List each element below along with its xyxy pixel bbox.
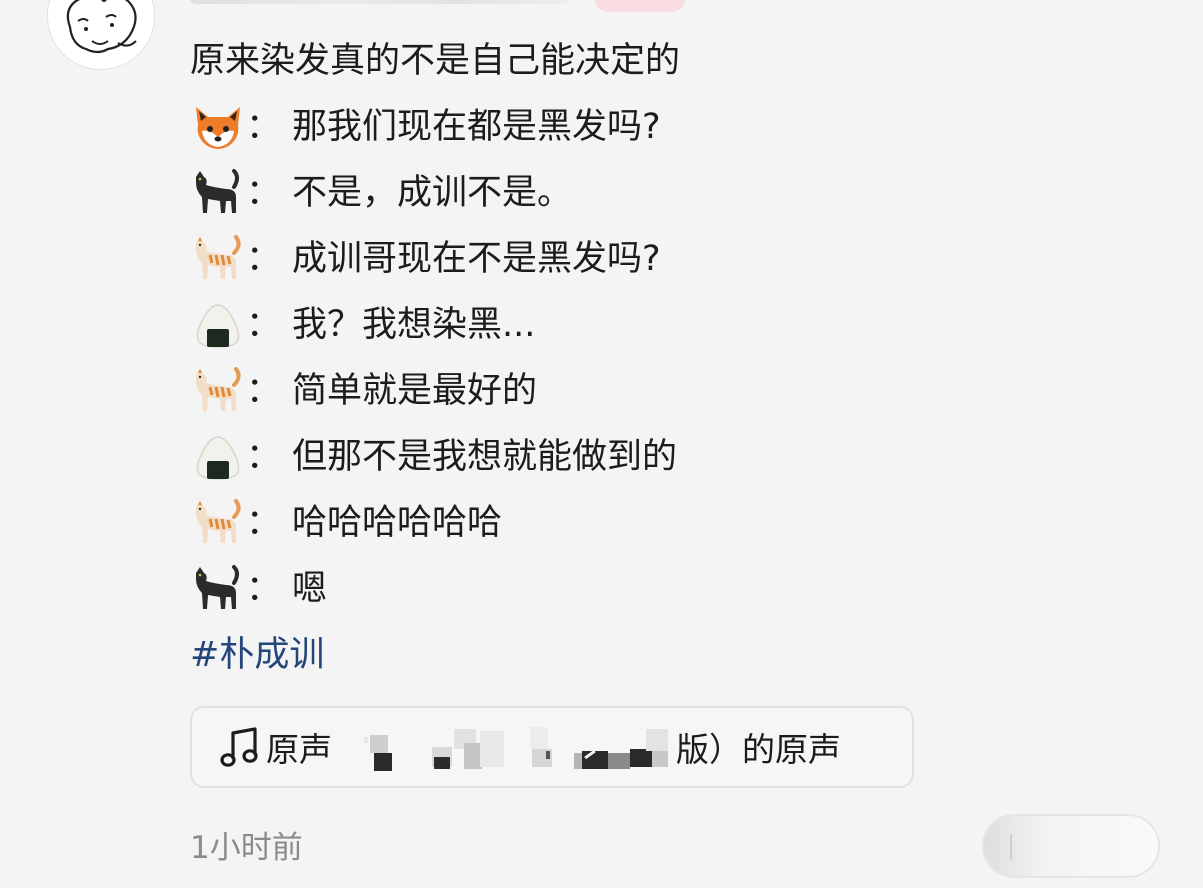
- post-line-text: 哈哈哈哈哈哈: [292, 503, 503, 543]
- post-line-1: ： 那我们现在都是黑发吗?: [190, 94, 1170, 160]
- user-badge: [595, 0, 685, 12]
- rice-ball-emoji: [190, 431, 246, 483]
- post-line-text: 成训哥现在不是黑发吗?: [292, 239, 661, 279]
- post-line-text: 我？我想染黑...: [292, 305, 536, 345]
- sound-title-mosaic: [350, 707, 696, 787]
- black-cat-emoji: [190, 167, 246, 219]
- colon-separator: ：: [246, 371, 282, 411]
- colon-separator: ：: [246, 173, 282, 213]
- post-content: 原来染发真的不是自己能决定的 ： 那我们现在都是黑发吗? ： 不是，成训不是。 …: [190, 28, 1170, 688]
- rice-ball-emoji: [190, 299, 246, 351]
- post-line-text: 原来染发真的不是自己能决定的: [190, 41, 681, 81]
- colon-separator: ：: [246, 239, 282, 279]
- orange-cat-emoji: [190, 497, 246, 549]
- hashtag-link[interactable]: #朴成训: [190, 622, 1170, 688]
- user-avatar[interactable]: [47, 0, 155, 70]
- text-cursor: [1010, 834, 1012, 860]
- original-sound-card[interactable]: 原声 版）的原声: [190, 706, 914, 788]
- post-line-0: 原来染发真的不是自己能决定的: [190, 28, 1170, 94]
- post-line-text: 那我们现在都是黑发吗?: [292, 107, 661, 147]
- post-line-text: 不是，成训不是。: [292, 173, 573, 213]
- reply-input[interactable]: [982, 814, 1160, 878]
- post-line-5: ： 简单就是最好的: [190, 358, 1170, 424]
- music-note-icon: [220, 727, 258, 767]
- orange-cat-emoji: [190, 233, 246, 285]
- post-line-text: 但那不是我想就能做到的: [292, 437, 678, 477]
- post-line-text: 嗯: [292, 569, 328, 609]
- colon-separator: ：: [246, 305, 282, 345]
- orange-cat-emoji: [190, 365, 246, 417]
- colon-separator: ：: [246, 437, 282, 477]
- post-timestamp: 1小时前: [190, 830, 303, 866]
- sound-title-tail: 版）的原声: [676, 730, 841, 769]
- post-line-8: ： 嗯: [190, 556, 1170, 622]
- username-blurred[interactable]: [190, 0, 570, 4]
- colon-separator: ：: [246, 107, 282, 147]
- post-line-7: ： 哈哈哈哈哈哈: [190, 490, 1170, 556]
- post-line-3: ： 成训哥现在不是黑发吗?: [190, 226, 1170, 292]
- post-line-text: 简单就是最好的: [292, 371, 538, 411]
- fox-emoji: [190, 101, 246, 153]
- sound-label: 原声: [266, 730, 332, 769]
- colon-separator: ：: [246, 503, 282, 543]
- post-line-6: ： 但那不是我想就能做到的: [190, 424, 1170, 490]
- black-cat-emoji: [190, 563, 246, 615]
- colon-separator: ：: [246, 569, 282, 609]
- post-line-4: ： 我？我想染黑...: [190, 292, 1170, 358]
- post-line-2: ： 不是，成训不是。: [190, 160, 1170, 226]
